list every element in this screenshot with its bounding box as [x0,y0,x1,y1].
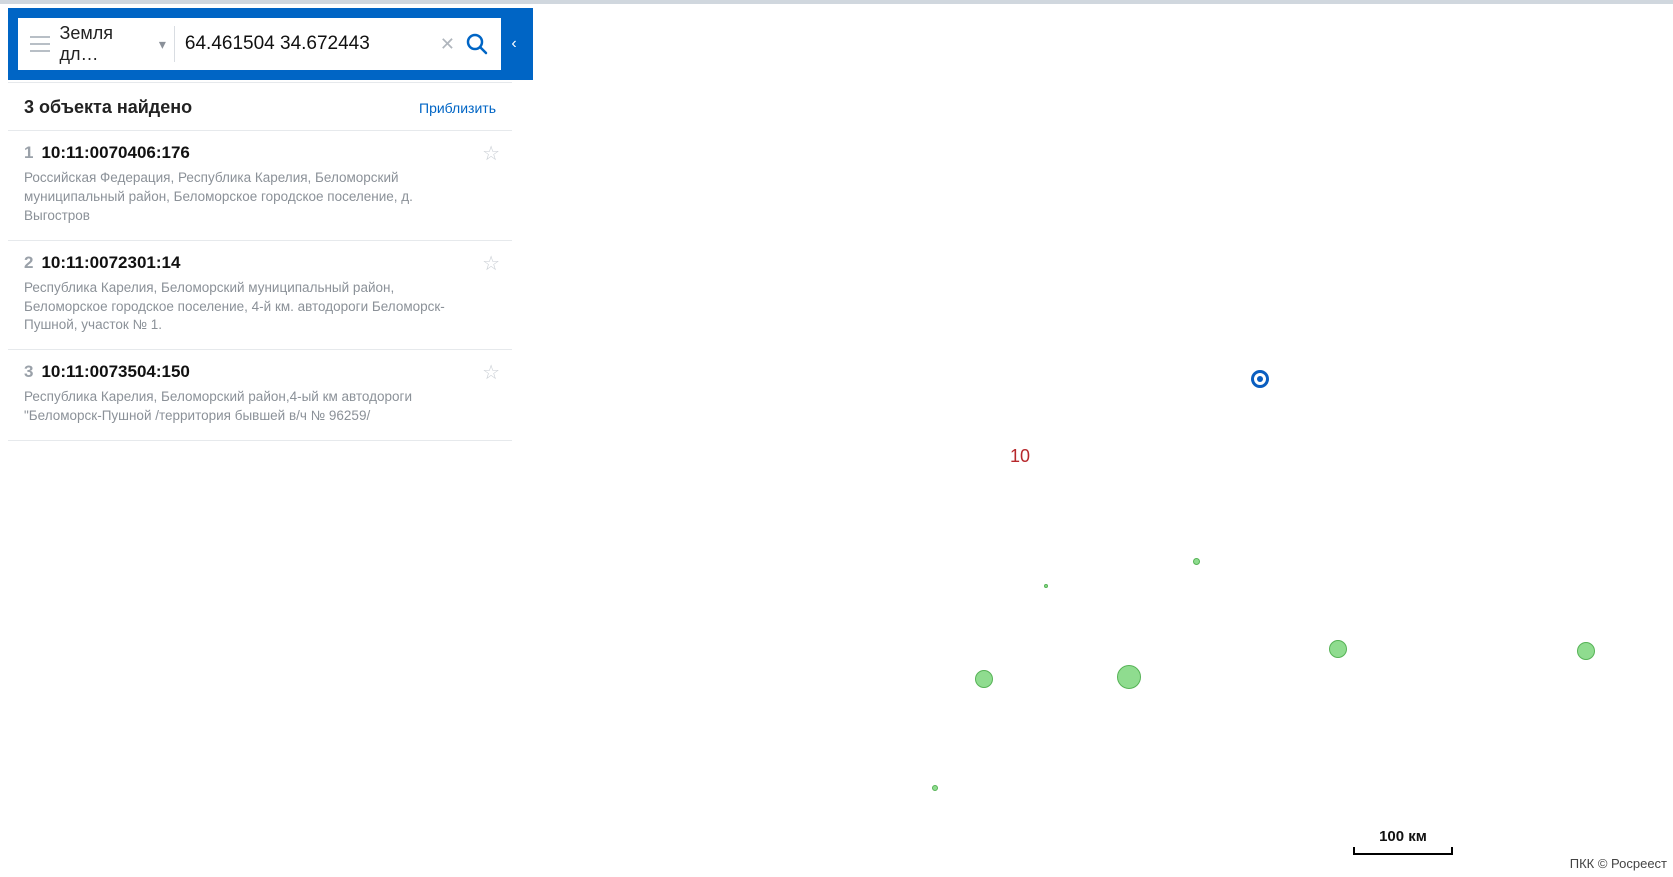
results-count: 3 объекта найдено [24,97,192,118]
cluster-dot[interactable] [1044,584,1048,588]
result-index: 3 [24,362,33,382]
cluster-dot[interactable] [1117,665,1141,689]
search-input[interactable] [185,33,430,55]
search-icon[interactable] [465,32,489,56]
star-icon[interactable]: ☆ [482,141,500,166]
chevron-down-icon[interactable]: ▾ [159,36,166,53]
divider [174,26,175,62]
cluster-dot[interactable] [1329,640,1347,658]
menu-icon[interactable] [30,36,50,52]
scale-bar: 100 км [1353,828,1453,855]
map-attribution: ПКК © Росреест [1570,856,1667,871]
search-bar: Земля дл… ▾ ✕ ‹ [8,8,533,80]
clear-icon[interactable]: ✕ [440,35,455,53]
results-header: 3 объекта найдено Приблизить [8,83,512,131]
cluster-dot[interactable] [932,785,938,791]
region-number-label: 10 [1010,446,1030,467]
cluster-dot[interactable] [1577,642,1595,660]
star-icon[interactable]: ☆ [482,251,500,276]
cluster-dot[interactable] [975,670,993,688]
result-index: 2 [24,253,33,273]
filter-dropdown-label[interactable]: Земля дл… [60,23,155,65]
cluster-dot[interactable] [1193,558,1200,565]
result-cadastral-number: 10:11:0070406:176 [41,143,189,163]
star-icon[interactable]: ☆ [482,360,500,385]
results-zoom-link[interactable]: Приблизить [419,100,496,116]
scale-line [1353,847,1453,855]
result-item[interactable]: ☆ 2 10:11:0072301:14 Республика Карелия,… [8,241,512,351]
collapse-panel-icon[interactable]: ‹ [505,35,523,53]
location-marker[interactable] [1251,370,1269,388]
result-item[interactable]: ☆ 3 10:11:0073504:150 Республика Карелия… [8,350,512,441]
result-cadastral-number: 10:11:0072301:14 [41,253,180,273]
scale-label: 100 км [1379,828,1427,845]
result-address: Республика Карелия, Беломорский муниципа… [24,279,464,336]
result-address: Российская Федерация, Республика Карелия… [24,169,464,226]
search-inner: Земля дл… ▾ ✕ [18,18,501,70]
result-cadastral-number: 10:11:0073504:150 [41,362,189,382]
results-panel: 3 объекта найдено Приблизить ☆ 1 10:11:0… [8,82,512,441]
result-item[interactable]: ☆ 1 10:11:0070406:176 Российская Федерац… [8,131,512,241]
result-address: Республика Карелия, Беломорский район,4-… [24,388,464,426]
result-index: 1 [24,143,33,163]
window-top-border [0,0,1673,4]
